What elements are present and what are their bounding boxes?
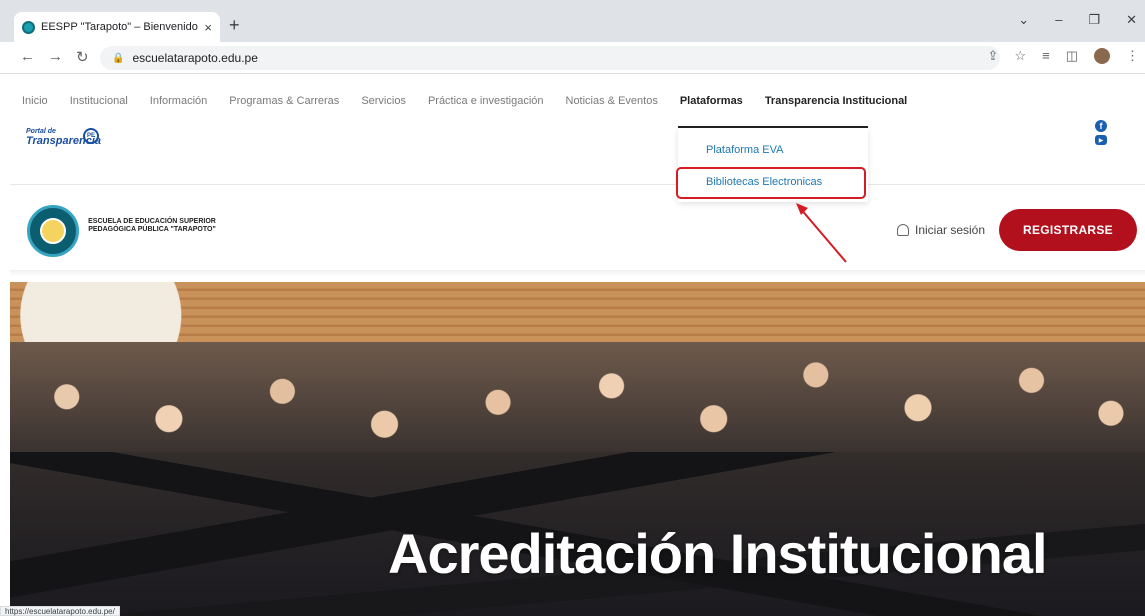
youtube-icon[interactable]: ▶ bbox=[1095, 135, 1107, 145]
lock-icon[interactable]: 🔒 bbox=[112, 53, 124, 64]
nav-item-plataformas[interactable]: Plataformas bbox=[680, 95, 743, 107]
annotation-arrow-icon bbox=[796, 203, 847, 263]
nav-item-transparencia[interactable]: Transparencia Institucional bbox=[765, 95, 907, 107]
browser-toolbar: ← → ↻ 🔒 escuelatarapoto.edu.pe ⇪ ☆ ≡ ◫ ⋮ bbox=[0, 42, 1145, 74]
transparencia-badge-icon: PE bbox=[83, 128, 99, 144]
bookmark-star-icon[interactable]: ☆ bbox=[1014, 48, 1026, 64]
reading-list-icon[interactable]: ≡ bbox=[1042, 48, 1050, 64]
transparencia-logo[interactable]: Portal de Transparencia PE bbox=[26, 128, 116, 164]
side-panel-icon[interactable]: ◫ bbox=[1066, 48, 1078, 64]
address-bar[interactable]: 🔒 escuelatarapoto.edu.pe bbox=[100, 46, 1000, 70]
back-icon[interactable]: ← bbox=[20, 48, 35, 65]
annotation-highlight-box bbox=[676, 167, 866, 199]
nav-item-institucional[interactable]: Institucional bbox=[70, 95, 128, 107]
toolbar-icons: ⇪ ☆ ≡ ◫ ⋮ bbox=[988, 48, 1145, 64]
nav-item-programas[interactable]: Programas & Carreras bbox=[229, 95, 339, 107]
minimize-icon[interactable]: – bbox=[1055, 12, 1062, 28]
transparencia-line1: Portal de bbox=[26, 128, 56, 135]
school-emblem-icon bbox=[40, 218, 66, 244]
nav-item-inicio[interactable]: Inicio bbox=[22, 95, 48, 107]
header-divider bbox=[10, 184, 1145, 185]
dropdown-item-plataforma-eva[interactable]: Plataforma EVA bbox=[706, 144, 783, 156]
browser-tab[interactable]: EESPP "Tarapoto" – Bienvenido, a × bbox=[14, 12, 220, 42]
register-button[interactable]: REGISTRARSE bbox=[999, 209, 1137, 251]
main-navigation: Inicio Institucional Información Program… bbox=[0, 74, 1145, 128]
user-icon bbox=[897, 224, 909, 236]
restore-icon[interactable]: ❐ bbox=[1088, 12, 1100, 28]
social-links: f ▶ bbox=[1095, 120, 1107, 145]
hero-title: Acreditación Institucional bbox=[388, 522, 1048, 585]
tab-search-icon[interactable]: ⌄ bbox=[1018, 12, 1029, 28]
school-logo[interactable] bbox=[27, 205, 79, 257]
url-text[interactable]: escuelatarapoto.edu.pe bbox=[132, 51, 257, 65]
menu-dots-icon[interactable]: ⋮ bbox=[1126, 48, 1139, 64]
tab-title: EESPP "Tarapoto" – Bienvenido, a bbox=[41, 21, 199, 33]
nav-item-servicios[interactable]: Servicios bbox=[361, 95, 406, 107]
close-window-icon[interactable]: ✕ bbox=[1126, 12, 1137, 28]
status-bar-url: https://escuelatarapoto.edu.pe/ bbox=[0, 606, 120, 616]
browser-tabstrip: EESPP "Tarapoto" – Bienvenido, a × + ⌄ –… bbox=[0, 0, 1145, 42]
header-shadow bbox=[10, 270, 1145, 276]
site-favicon-icon bbox=[22, 20, 35, 34]
profile-avatar-icon[interactable] bbox=[1094, 48, 1110, 64]
school-name[interactable]: ESCUELA DE EDUCACIÓN SUPERIOR PEDAGÓGICA… bbox=[82, 218, 222, 234]
facebook-icon[interactable]: f bbox=[1095, 120, 1107, 132]
new-tab-button[interactable]: + bbox=[229, 15, 240, 35]
share-icon[interactable]: ⇪ bbox=[988, 48, 999, 64]
login-link[interactable]: Iniciar sesión bbox=[897, 223, 985, 237]
transparencia-line2: Transparencia bbox=[26, 135, 102, 147]
reload-icon[interactable]: ↻ bbox=[76, 48, 89, 66]
nav-item-noticias[interactable]: Noticias & Eventos bbox=[566, 95, 658, 107]
close-tab-icon[interactable]: × bbox=[204, 20, 212, 35]
nav-item-practica[interactable]: Práctica e investigación bbox=[428, 95, 544, 107]
window-controls: ⌄ – ❐ ✕ bbox=[1018, 12, 1145, 28]
forward-icon[interactable]: → bbox=[48, 48, 63, 65]
login-label: Iniciar sesión bbox=[915, 223, 986, 237]
nav-item-informacion[interactable]: Información bbox=[150, 95, 207, 107]
